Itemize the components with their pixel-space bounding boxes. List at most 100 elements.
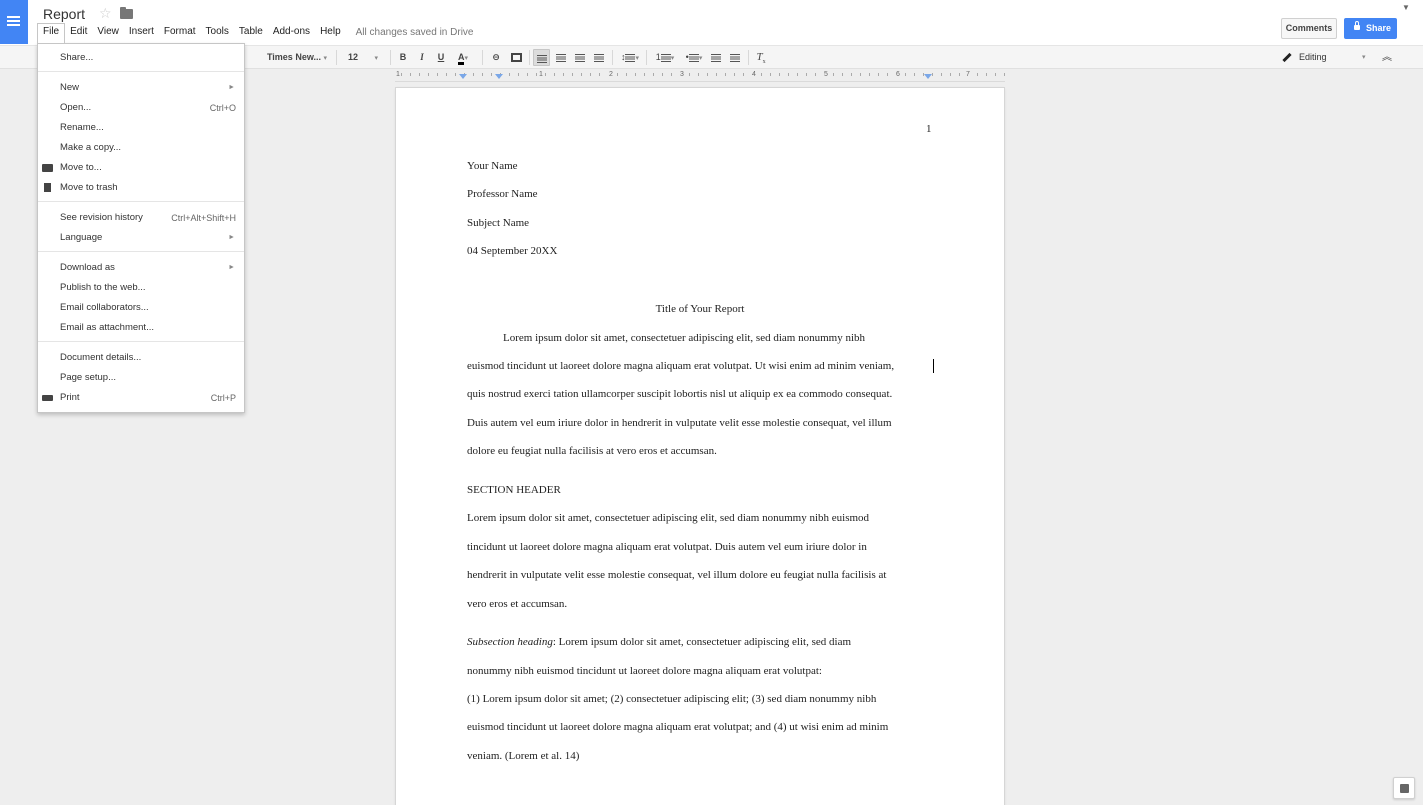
ruler-tick [581, 73, 582, 76]
file-menu-item[interactable]: Rename... [38, 119, 244, 137]
editing-mode-select[interactable]: Editing ▾ [1282, 49, 1372, 66]
file-menu-item[interactable]: New ► [38, 79, 244, 97]
align-right-icon[interactable] [572, 49, 588, 66]
file-menu-item[interactable]: Document details... [38, 349, 244, 367]
document-page[interactable]: 1 Your Name Professor Name Subject Name … [396, 88, 1004, 805]
section-header: SECTION HEADER [467, 484, 561, 496]
ruler-tick [977, 73, 978, 76]
font-size-select[interactable]: 12 ▾ [342, 49, 384, 66]
align-left-icon[interactable] [533, 49, 550, 66]
file-menu-item[interactable]: Publish to the web... [38, 279, 244, 297]
ruler-tick [959, 73, 960, 76]
underline-icon[interactable]: U [434, 49, 448, 66]
menu-help[interactable]: Help [315, 24, 346, 42]
ruler-tick [644, 73, 645, 76]
file-menu-item-label: Download as [60, 262, 115, 273]
account-dropdown-icon[interactable]: ▼ [1402, 3, 1410, 12]
file-menu-item[interactable]: Download as ► [38, 259, 244, 277]
ruler-tick [842, 73, 843, 76]
ruler-tick [635, 73, 636, 76]
numbered-list-icon[interactable]: 1 ▾ [651, 49, 679, 66]
file-menu-item[interactable]: Make a copy... [38, 139, 244, 157]
comments-button[interactable]: Comments [1281, 18, 1337, 39]
ruler-tick [419, 73, 420, 76]
increase-indent-icon[interactable] [727, 49, 743, 66]
ruler-tick [455, 73, 456, 76]
paragraph-line: euismod tincidunt ut laoreet dolore magn… [467, 360, 895, 372]
ruler-tick [806, 73, 807, 76]
subsection-heading: Subsection heading [467, 636, 553, 648]
menu-edit[interactable]: Edit [65, 24, 92, 42]
file-menu-dropdown: Share... New ► Open... Ctrl+O Rename... Make a… [37, 43, 245, 413]
left-indent-marker[interactable] [459, 74, 467, 79]
paragraph-line: veniam. (Lorem et al. 14) [467, 750, 580, 762]
submenu-arrow-icon: ► [228, 264, 235, 271]
file-menu-item[interactable]: Open... Ctrl+O [38, 99, 244, 117]
link-icon[interactable]: ⊖ [488, 49, 504, 66]
file-menu-item-label: Language [60, 232, 103, 243]
collapse-menus-icon[interactable]: ︽ [1380, 49, 1394, 66]
ruler-tick [473, 73, 474, 76]
ruler-tick [716, 73, 717, 76]
file-menu-item[interactable]: Email collaborators... [38, 299, 244, 317]
decrease-indent-icon[interactable] [708, 49, 724, 66]
bold-icon[interactable]: B [396, 49, 410, 66]
file-menu-item-label: Share... [60, 52, 94, 63]
clear-formatting-icon[interactable]: Tx [753, 49, 769, 66]
bulleted-list-icon[interactable]: • ▾ [680, 49, 708, 66]
ruler-tick [743, 73, 744, 76]
menu-add-ons[interactable]: Add-ons [268, 24, 315, 42]
file-menu-item[interactable]: Move to trash [38, 179, 244, 197]
align-center-icon[interactable] [553, 49, 569, 66]
share-button[interactable]: Share [1344, 18, 1397, 39]
explore-button[interactable] [1393, 777, 1415, 799]
text-cursor [933, 359, 934, 373]
ruler-number: 2 [608, 71, 614, 78]
ruler-tick [518, 73, 519, 76]
ruler-tick [698, 73, 699, 76]
docs-home-icon[interactable] [0, 0, 28, 44]
ruler-tick [446, 73, 447, 76]
folder-icon[interactable] [120, 7, 133, 19]
print-icon [42, 395, 53, 401]
file-menu-item[interactable]: Share... [38, 49, 244, 67]
file-menu-item-label: See revision history [60, 212, 143, 223]
file-menu-item[interactable]: Move to... [38, 159, 244, 177]
ruler-tick [509, 73, 510, 76]
first-line-indent-marker[interactable] [495, 74, 503, 79]
file-menu-item[interactable]: Language ► [38, 229, 244, 247]
ruler-tick [905, 73, 906, 76]
menu-format[interactable]: Format [159, 24, 201, 42]
ruler-tick [491, 73, 492, 76]
menu-view[interactable]: View [92, 24, 124, 42]
file-menu-item[interactable]: See revision history Ctrl+Alt+Shift+H [38, 209, 244, 227]
ruler-tick [437, 73, 438, 76]
file-menu-item-label: Move to trash [60, 182, 118, 193]
save-status[interactable]: All changes saved in Drive [356, 25, 474, 41]
ruler-tick [950, 73, 951, 76]
file-menu-item[interactable]: Print Ctrl+P [38, 389, 244, 407]
ruler-tick [545, 73, 546, 76]
horizontal-ruler[interactable]: 1 1 2 3 4 5 6 7 [395, 70, 1005, 82]
document-title[interactable]: Report [43, 6, 85, 22]
insert-comment-icon[interactable] [508, 49, 524, 66]
ruler-tick [1004, 73, 1005, 76]
ruler-tick [815, 73, 816, 76]
menu-table[interactable]: Table [234, 24, 268, 42]
italic-icon[interactable]: I [415, 49, 429, 66]
ruler-number: 3 [679, 71, 685, 78]
menu-insert[interactable]: Insert [124, 24, 159, 42]
menu-file[interactable]: File [37, 23, 66, 43]
file-menu-item[interactable]: Email as attachment... [38, 319, 244, 337]
star-icon[interactable]: ☆ [99, 5, 112, 22]
text-color-icon[interactable]: A▾ [452, 49, 474, 66]
file-menu-item-label: Move to... [60, 162, 102, 173]
menu-tools[interactable]: Tools [201, 24, 234, 42]
font-family-select[interactable]: Times New... ▾ [266, 49, 328, 66]
align-justify-icon[interactable] [591, 49, 607, 66]
right-indent-marker[interactable] [924, 74, 932, 79]
ruler-tick [401, 73, 402, 76]
line-spacing-icon[interactable]: ↕ ▾ [617, 49, 643, 66]
pencil-icon [1282, 53, 1292, 63]
file-menu-item[interactable]: Page setup... [38, 369, 244, 387]
